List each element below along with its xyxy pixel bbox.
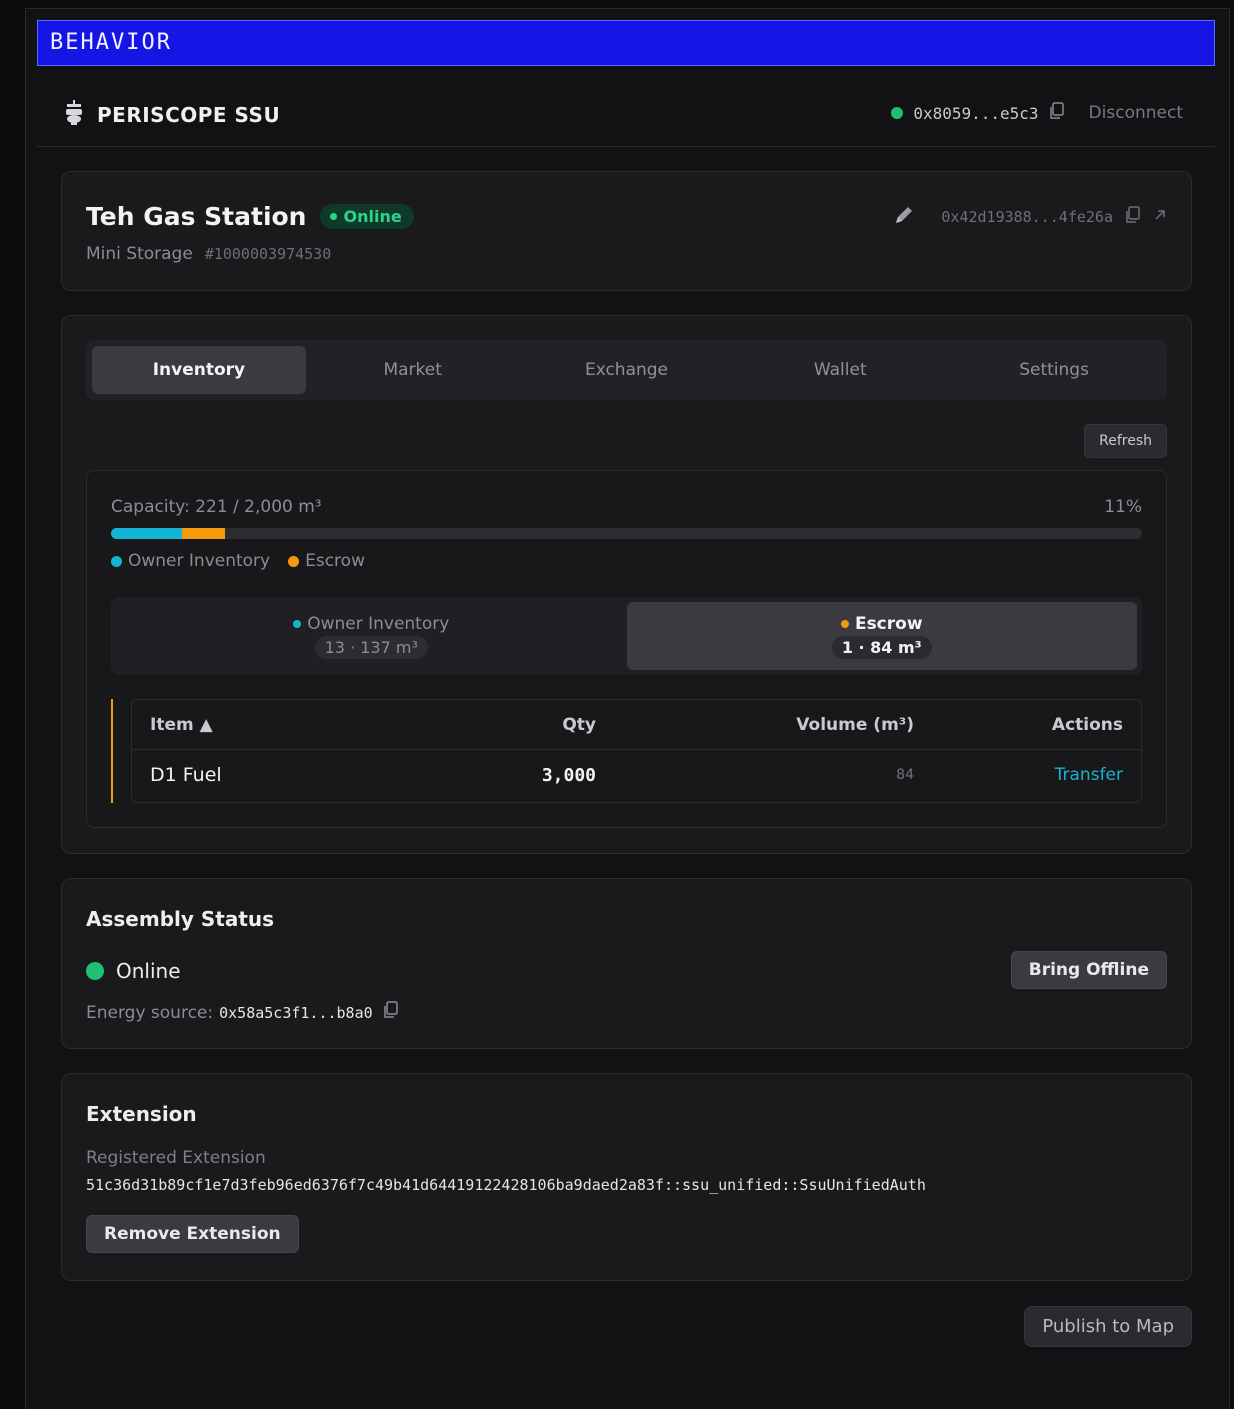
edit-pencil-icon[interactable]	[893, 204, 915, 230]
segment-escrow-dot	[840, 619, 849, 628]
legend-escrow-label: Escrow	[305, 551, 365, 571]
ssu-name: Teh Gas Station	[86, 202, 307, 231]
inventory-table: Item ▲ Qty Volume (m³) Actions D1 Fuel 3…	[131, 699, 1142, 803]
ssu-title-row: Teh Gas Station Online	[86, 202, 414, 231]
row-item-name: D1 Fuel	[150, 764, 222, 786]
legend-owner: Owner Inventory	[111, 551, 270, 571]
ssu-info-card: Teh Gas Station Online Mini Storage #100…	[61, 171, 1192, 291]
external-link-icon[interactable]	[1153, 208, 1167, 226]
disconnect-button[interactable]: Disconnect	[1089, 103, 1183, 123]
segment-escrow-label-row: Escrow	[840, 613, 923, 634]
segment-escrow-label: Escrow	[854, 613, 923, 634]
capacity-label: Capacity: 221 / 2,000 m³	[111, 497, 322, 517]
energy-source-value: 0x58a5c3f1...b8a0	[219, 1003, 373, 1022]
extension-value: 51c36d31b89cf1e7d3feb96ed6376f7c49b41d64…	[86, 1176, 926, 1194]
segment-escrow-count: 1 · 84 m³	[831, 635, 932, 659]
remove-extension-button[interactable]: Remove Extension	[86, 1215, 299, 1253]
escrow-accent-line	[111, 699, 113, 803]
behavior-label: BEHAVIOR	[50, 30, 172, 55]
behavior-banner: BEHAVIOR	[37, 20, 1215, 66]
legend-owner-label: Owner Inventory	[128, 551, 271, 571]
ssu-object-id-group: 0x42d19388...4fe26a	[893, 204, 1167, 230]
segment-owner-inventory[interactable]: Owner Inventory 13 · 137 m³	[116, 602, 627, 670]
inventory-card: Inventory Market Exchange Wallet Setting…	[61, 315, 1192, 854]
capacity-row: Capacity: 221 / 2,000 m³ 11%	[111, 497, 1142, 517]
assembly-status-label: Online	[116, 959, 181, 983]
segment-owner-label: Owner Inventory	[307, 613, 450, 634]
extension-card: Extension Registered Extension 51c36d31b…	[61, 1073, 1192, 1281]
periscope-icon	[63, 100, 85, 130]
copy-icon[interactable]	[383, 1001, 399, 1024]
copy-icon[interactable]	[1049, 102, 1065, 124]
assembly-online-dot	[86, 962, 104, 980]
segment-escrow[interactable]: Escrow 1 · 84 m³	[626, 602, 1137, 670]
row-item-volume: 84	[896, 767, 914, 783]
bring-offline-button[interactable]: Bring Offline	[1010, 951, 1167, 989]
segment-owner-count: 13 · 137 m³	[314, 635, 428, 659]
status-badge-label: Online	[343, 207, 402, 226]
segment-owner-label-row: Owner Inventory	[293, 614, 449, 634]
inventory-panel: Capacity: 221 / 2,000 m³ 11% Owner Inven…	[86, 470, 1167, 828]
main-tabs: Inventory Market Exchange Wallet Setting…	[86, 340, 1167, 400]
ssu-subtitle: Mini Storage #1000003974530	[86, 244, 331, 264]
status-badge: Online	[320, 204, 414, 229]
transfer-link[interactable]: Transfer	[914, 765, 1123, 785]
status-badge-dot	[330, 213, 338, 220]
column-header-qty[interactable]: Qty	[450, 715, 596, 735]
wallet-address: 0x8059...e5c3	[913, 103, 1039, 123]
sort-ascending-icon: ▲	[199, 714, 213, 735]
column-header-volume[interactable]: Volume (m³)	[596, 715, 914, 735]
capacity-bar-owner	[111, 528, 182, 539]
ssu-object-id: 0x42d19388...4fe26a	[941, 208, 1113, 226]
tab-inventory[interactable]: Inventory	[92, 346, 306, 394]
publish-to-map-button[interactable]: Publish to Map	[1024, 1306, 1192, 1347]
extension-label: Registered Extension	[86, 1148, 266, 1168]
tab-wallet[interactable]: Wallet	[733, 346, 947, 394]
capacity-percent: 11%	[1104, 497, 1142, 517]
tab-market[interactable]: Market	[306, 346, 520, 394]
ssu-item-id: #1000003974530	[204, 245, 332, 263]
row-item-qty: 3,000	[541, 764, 596, 786]
tab-settings[interactable]: Settings	[947, 346, 1161, 394]
capacity-bar	[111, 528, 1142, 539]
column-header-actions: Actions	[1051, 714, 1123, 735]
legend-escrow-dot	[288, 555, 300, 567]
inventory-segment-toggle: Owner Inventory 13 · 137 m³ Escrow 1 · 8…	[111, 597, 1142, 675]
table-header: Item ▲ Qty Volume (m³) Actions	[132, 700, 1141, 750]
column-header-item-label: Item	[150, 714, 194, 735]
segment-owner-dot	[293, 619, 302, 628]
assembly-status-row: Online	[86, 959, 181, 983]
refresh-button[interactable]: Refresh	[1084, 424, 1167, 458]
energy-source-row: Energy source: 0x58a5c3f1...b8a0	[86, 1001, 399, 1024]
legend-escrow: Escrow	[288, 551, 365, 571]
capacity-legend: Owner Inventory Escrow	[111, 551, 365, 571]
top-bar: PERISCOPE SSU 0x8059...e5c3 Disconnect	[37, 80, 1215, 147]
capacity-bar-escrow	[181, 528, 225, 539]
wallet-connected-dot	[891, 107, 904, 119]
assembly-status-card: Assembly Status Online Bring Offline Ene…	[61, 878, 1192, 1049]
column-header-item[interactable]: Item ▲	[150, 715, 450, 735]
tab-exchange[interactable]: Exchange	[520, 346, 734, 394]
ssu-type: Mini Storage	[86, 244, 193, 264]
energy-source-label: Energy source:	[86, 1002, 214, 1023]
wallet-info: 0x8059...e5c3 Disconnect	[891, 102, 1183, 124]
legend-owner-dot	[111, 555, 122, 567]
assembly-status-title: Assembly Status	[86, 907, 275, 931]
table-row: D1 Fuel 3,000 84 Transfer	[132, 750, 1141, 800]
brand: PERISCOPE SSU	[63, 100, 280, 130]
copy-icon[interactable]	[1125, 206, 1141, 228]
extension-title: Extension	[86, 1102, 197, 1126]
brand-name: PERISCOPE SSU	[97, 103, 281, 127]
